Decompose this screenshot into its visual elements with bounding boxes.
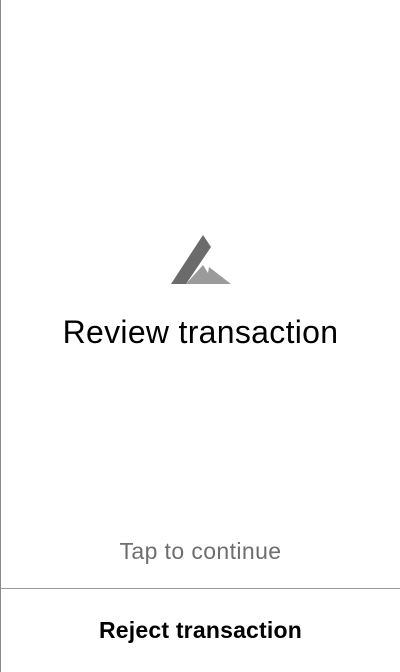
ledger-triangle-logo-icon [171,235,231,284]
reject-transaction-button[interactable]: Reject transaction [1,589,400,672]
page-title: Review transaction [62,314,339,350]
tap-to-continue-area[interactable]: Review transaction Tap to continue [1,0,400,588]
review-transaction-screen: Review transaction Tap to continue Rejec… [0,0,400,672]
tap-to-continue-hint: Tap to continue [119,538,282,564]
